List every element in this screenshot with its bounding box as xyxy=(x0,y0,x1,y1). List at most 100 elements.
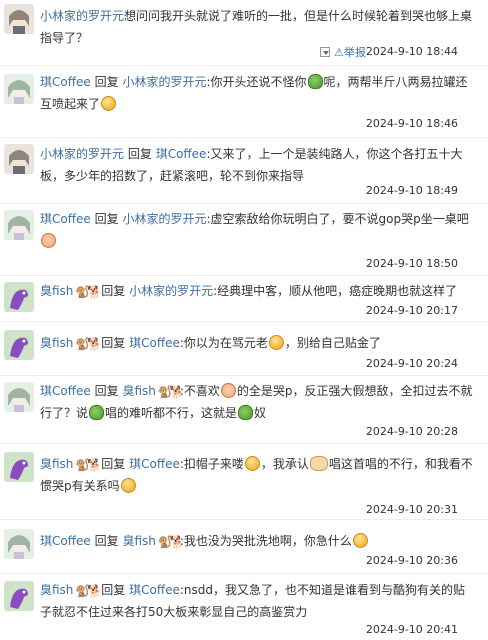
comment-item: 小林家的罗开元 回复 琪Coffee:又来了，上一个是装纯路人，你这个各打五十大… xyxy=(0,138,488,204)
comment-text: :你开头还说不怪你 xyxy=(206,75,307,89)
badge-icon: 🐕 xyxy=(87,584,103,598)
comment-text: :你以为在骂元老 xyxy=(179,336,268,350)
comment-username[interactable]: 臭fish xyxy=(40,583,73,597)
comment-item: 小林家的罗开元想问问我开头就说了难听的一批，但是什么时候轮着到哭也够上桌指导了？… xyxy=(0,0,488,66)
comment-text: :经典理中客，顺从他吧，癌症晚期也就这样了 xyxy=(213,284,458,298)
comment-text: :虚空索敌给你玩明白了，要不说gop哭p坐一桌吧 xyxy=(206,212,469,226)
comment-item: 琪Coffee 回复 小林家的罗开元:你开头还说不怪你 呢，两帮半斤八两易拉罐还互… xyxy=(0,66,488,138)
comment-text: 奴 xyxy=(254,406,267,420)
comment-time: 2024-9-10 20:24 xyxy=(365,357,458,370)
avatar[interactable] xyxy=(4,74,34,104)
comment-time: 2024-9-10 20:28 xyxy=(365,425,458,438)
badge-icon: 🐒 xyxy=(75,285,91,299)
comment-time: 2024-9-10 20:36 xyxy=(365,554,458,567)
comment-username[interactable]: 小林家的罗开元 xyxy=(40,9,124,23)
reply-target[interactable]: 琪Coffee xyxy=(129,336,180,350)
reply-target[interactable]: 小林家的罗开元 xyxy=(122,212,206,226)
avatar[interactable] xyxy=(4,210,34,240)
comment-time: 2024-9-10 18:49 xyxy=(365,184,458,197)
reply-label: 回复 xyxy=(127,147,152,161)
badge-icon: 🐒 xyxy=(157,535,173,549)
comment-username[interactable]: 琪Coffee xyxy=(40,534,91,548)
anime-girl-avatar-icon xyxy=(4,74,34,104)
reply-target[interactable]: 小林家的罗开元 xyxy=(122,75,206,89)
avatar[interactable] xyxy=(4,529,34,559)
dropdown-icon[interactable] xyxy=(320,47,330,57)
comment-item: 琪Coffee 回复 小林家的罗开元:虚空索敌给你玩明白了，要不说gop哭p坐一… xyxy=(0,204,488,276)
comment-time: 2024-9-10 20:17 xyxy=(365,304,458,317)
laugh-emoji-icon xyxy=(268,335,284,350)
reply-target[interactable]: 臭fish xyxy=(122,534,155,548)
face-emoji-icon xyxy=(220,383,236,398)
laugh-emoji-icon xyxy=(352,533,368,548)
avatar[interactable] xyxy=(4,581,34,611)
reply-target[interactable]: 臭fish xyxy=(122,384,155,398)
comment-text: ，别给自己贴金了 xyxy=(284,336,381,350)
comment-text: ，我承认 xyxy=(260,457,309,471)
dinosaur-avatar-icon xyxy=(4,282,34,312)
reply-target[interactable]: 琪Coffee xyxy=(129,457,180,471)
badge-icon: 🐕 xyxy=(87,337,103,351)
dinosaur-avatar-icon xyxy=(4,330,34,360)
cheer-emoji-icon xyxy=(120,478,136,493)
warning-icon: ⚠ xyxy=(334,46,344,59)
reply-label: 回复 xyxy=(94,212,119,226)
comment-username[interactable]: 臭fish xyxy=(40,457,73,471)
report-label[interactable]: 举报 xyxy=(344,46,366,59)
badge-icon: 🐕 xyxy=(169,385,185,399)
comment-username[interactable]: 臭fish xyxy=(40,336,73,350)
reply-target[interactable]: 小林家的罗开元 xyxy=(129,284,213,298)
turtle-emoji-icon xyxy=(307,74,323,89)
comment-time: 2024-9-10 20:31 xyxy=(365,503,458,516)
comment-time: 2024-9-10 18:50 xyxy=(365,257,458,270)
comment-text: :我也没为哭批洗地啊，你急什么 xyxy=(179,534,352,548)
comment-text: :扣帽子来喽 xyxy=(179,457,244,471)
avatar[interactable] xyxy=(4,4,34,34)
reply-label: 回复 xyxy=(101,336,126,350)
comment-username[interactable]: 臭fish xyxy=(40,284,73,298)
comment-item: 臭fish 🐒🐕 回复 琪Coffee:扣帽子来喽 ，我承认 唱这首唱的不行，和我看不… xyxy=(0,444,488,520)
badge-icon: 🐒 xyxy=(75,458,91,472)
reply-label: 回复 xyxy=(101,457,126,471)
hand-emoji-icon xyxy=(309,456,328,471)
anime-girl-avatar-icon xyxy=(4,529,34,559)
comment-username[interactable]: 琪Coffee xyxy=(40,75,91,89)
anime-girl-avatar-icon xyxy=(4,382,34,412)
comment-item: 臭fish 🐒🐕 回复 小林家的罗开元:经典理中客，顺从他吧，癌症晚期也就这样了 … xyxy=(0,276,488,322)
reply-target[interactable]: 琪Coffee xyxy=(156,147,207,161)
reply-label: 回复 xyxy=(101,284,126,298)
reply-label: 回复 xyxy=(94,384,119,398)
reply-label: 回复 xyxy=(94,75,119,89)
comment-time: 2024-9-10 18:46 xyxy=(365,117,458,130)
reply-label: 回复 xyxy=(94,534,119,548)
comment-time: 2024-9-10 20:41 xyxy=(365,623,458,636)
avatar[interactable] xyxy=(4,330,34,360)
badge-icon: 🐒 xyxy=(157,385,173,399)
report-link[interactable]: ⚠举报 xyxy=(320,44,366,60)
comment-item: 臭fish 🐒🐕 回复 琪Coffee:你以为在骂元老 ，别给自己贴金了 2024-… xyxy=(0,322,488,376)
avatar[interactable] xyxy=(4,382,34,412)
anime-girl-avatar-icon xyxy=(4,4,34,34)
angry-emoji-icon xyxy=(41,233,56,248)
anime-girl-avatar-icon xyxy=(4,144,34,174)
badge-icon: 🐒 xyxy=(75,337,91,351)
comment-item: 琪Coffee 回复 臭fish 🐒🐕:不喜欢 的全是哭p，反正强大假想敌，全扣过去… xyxy=(0,376,488,444)
avatar[interactable] xyxy=(4,282,34,312)
comment-text: 唱的难听都不行，这就是 xyxy=(105,406,238,420)
comment-username[interactable]: 琪Coffee xyxy=(40,212,91,226)
laugh-emoji-icon xyxy=(244,456,260,471)
comment-time: 2024-9-10 18:44 xyxy=(365,45,458,58)
anime-girl-avatar-icon xyxy=(4,210,34,240)
avatar[interactable] xyxy=(4,144,34,174)
turtle-emoji-icon xyxy=(238,405,254,420)
dinosaur-avatar-icon xyxy=(4,581,34,611)
badge-icon: 🐕 xyxy=(169,535,185,549)
comment-username[interactable]: 小林家的罗开元 xyxy=(40,147,124,161)
reply-label: 回复 xyxy=(101,583,126,597)
reply-target[interactable]: 琪Coffee xyxy=(129,583,180,597)
turtle-emoji-icon xyxy=(89,405,105,420)
comment-username[interactable]: 琪Coffee xyxy=(40,384,91,398)
avatar[interactable] xyxy=(4,452,34,482)
comment-item: 琪Coffee 回复 臭fish 🐒🐕:我也没为哭批洗地啊，你急什么 2024-9… xyxy=(0,520,488,574)
cheer-emoji-icon xyxy=(101,96,117,111)
